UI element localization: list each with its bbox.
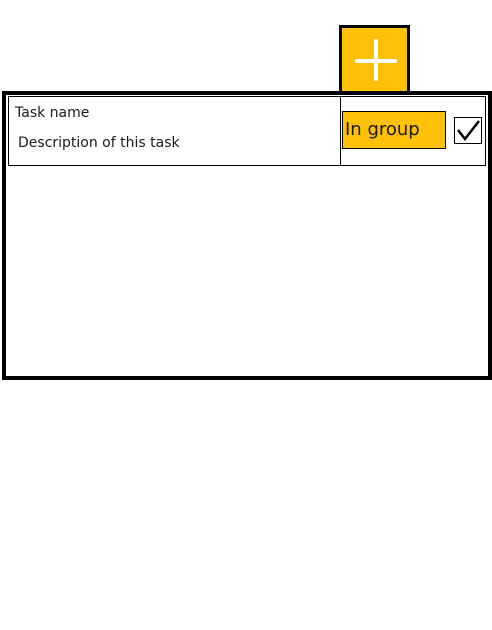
task-info: Task name Description of this task	[9, 97, 341, 165]
group-badge[interactable]: In group	[342, 111, 446, 149]
task-row[interactable]: Task name Description of this task In gr…	[8, 96, 486, 166]
task-name: Task name	[15, 105, 90, 121]
task-list-panel: Task name Description of this task In gr…	[2, 91, 492, 380]
task-complete-checkbox[interactable]	[454, 117, 482, 144]
add-task-button[interactable]	[339, 25, 410, 95]
plus-icon	[342, 28, 407, 92]
task-description: Description of this task	[18, 135, 180, 151]
checkmark-icon	[457, 120, 480, 142]
